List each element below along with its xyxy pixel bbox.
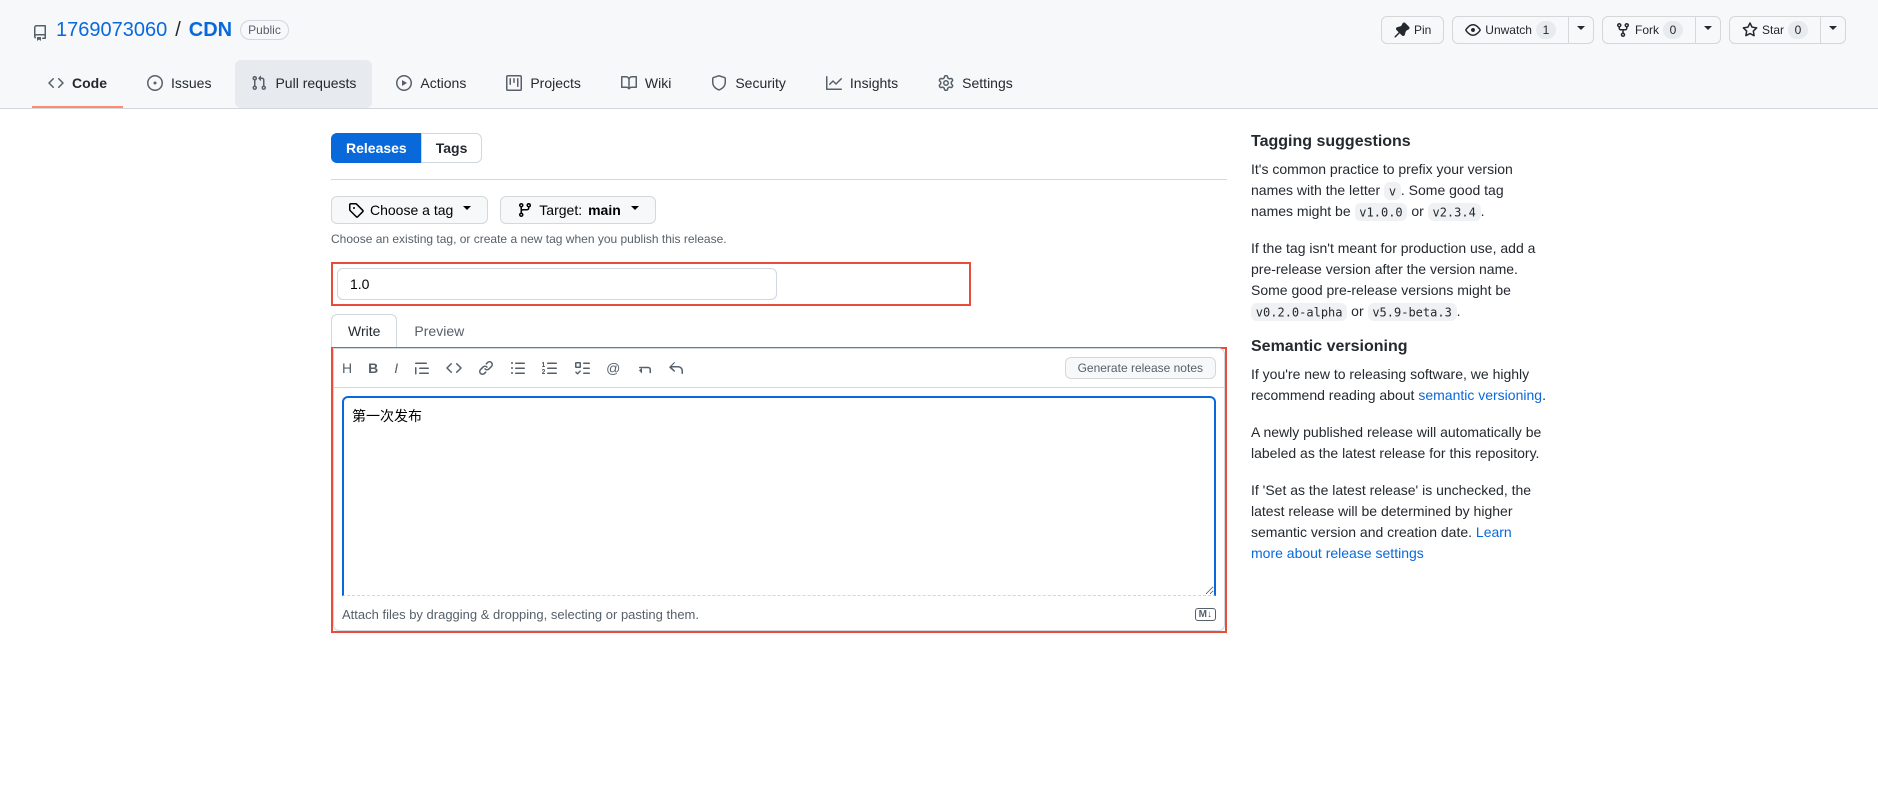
link-tool-icon[interactable] <box>478 360 494 376</box>
chevron-down-icon <box>463 206 471 214</box>
tab-pulls[interactable]: Pull requests <box>235 60 372 108</box>
pull-request-icon <box>251 75 267 91</box>
write-tab[interactable]: Write <box>331 314 397 347</box>
tagging-title: Tagging suggestions <box>1251 133 1547 151</box>
code-icon <box>48 75 64 91</box>
pin-button[interactable]: Pin <box>1381 16 1444 44</box>
tab-issues[interactable]: Issues <box>131 60 227 108</box>
target-branch-button[interactable]: Target: main <box>500 196 656 224</box>
branch-icon <box>517 202 533 218</box>
issues-icon <box>147 75 163 91</box>
markdown-badge[interactable]: M↓ <box>1195 608 1216 621</box>
attach-hint[interactable]: Attach files by dragging & dropping, sel… <box>342 607 699 622</box>
repo-title: 1769073060 / CDN Public <box>32 19 289 42</box>
mention-icon[interactable]: @ <box>606 360 620 376</box>
generate-notes-button[interactable]: Generate release notes <box>1065 357 1216 379</box>
tasklist-icon[interactable] <box>574 360 590 376</box>
chevron-down-icon <box>1704 26 1712 34</box>
semver-title: Semantic versioning <box>1251 338 1547 356</box>
tab-insights[interactable]: Insights <box>810 60 914 108</box>
chevron-down-icon <box>631 206 639 214</box>
tab-settings[interactable]: Settings <box>922 60 1029 108</box>
tab-projects[interactable]: Projects <box>490 60 597 108</box>
tab-code[interactable]: Code <box>32 60 123 108</box>
choose-tag-button[interactable]: Choose a tag <box>331 196 488 224</box>
graph-icon <box>826 75 842 91</box>
unwatch-button[interactable]: Unwatch 1 <box>1452 16 1569 44</box>
release-description-textarea[interactable] <box>342 396 1216 596</box>
ul-icon[interactable] <box>510 360 526 376</box>
play-icon <box>396 75 412 91</box>
repo-icon <box>32 19 48 42</box>
semver-link[interactable]: semantic versioning <box>1418 387 1542 403</box>
fork-dropdown[interactable] <box>1695 16 1721 44</box>
tag-hint: Choose an existing tag, or create a new … <box>331 232 1227 246</box>
ol-icon[interactable] <box>542 360 558 376</box>
chevron-down-icon <box>1829 26 1837 34</box>
pin-icon <box>1394 22 1410 38</box>
star-icon <box>1742 22 1758 38</box>
tab-actions[interactable]: Actions <box>380 60 482 108</box>
eye-icon <box>1465 22 1481 38</box>
semver-p2: A newly published release will automatic… <box>1251 422 1547 464</box>
tab-security[interactable]: Security <box>695 60 802 108</box>
release-title-input[interactable] <box>337 268 777 300</box>
star-button[interactable]: Star 0 <box>1729 16 1821 44</box>
owner-link[interactable]: 1769073060 <box>56 19 167 42</box>
repo-name-link[interactable]: CDN <box>189 19 232 42</box>
crossref-icon[interactable] <box>636 360 652 376</box>
gear-icon <box>938 75 954 91</box>
tag-icon <box>348 202 364 218</box>
unwatch-dropdown[interactable] <box>1568 16 1594 44</box>
preview-tab[interactable]: Preview <box>397 314 481 347</box>
bold-icon[interactable]: B <box>368 360 378 376</box>
code-tool-icon[interactable] <box>446 360 462 376</box>
quote-icon[interactable] <box>414 360 430 376</box>
project-icon <box>506 75 522 91</box>
tab-wiki[interactable]: Wiki <box>605 60 687 108</box>
visibility-badge: Public <box>240 20 289 40</box>
subnav-tags[interactable]: Tags <box>421 133 483 163</box>
italic-icon[interactable]: I <box>394 360 398 376</box>
heading-icon[interactable]: H <box>342 360 352 376</box>
book-icon <box>621 75 637 91</box>
star-dropdown[interactable] <box>1820 16 1846 44</box>
fork-icon <box>1615 22 1631 38</box>
subnav-releases[interactable]: Releases <box>331 133 422 163</box>
reply-icon[interactable] <box>668 360 684 376</box>
chevron-down-icon <box>1577 26 1585 34</box>
shield-icon <box>711 75 727 91</box>
fork-button[interactable]: Fork 0 <box>1602 16 1696 44</box>
